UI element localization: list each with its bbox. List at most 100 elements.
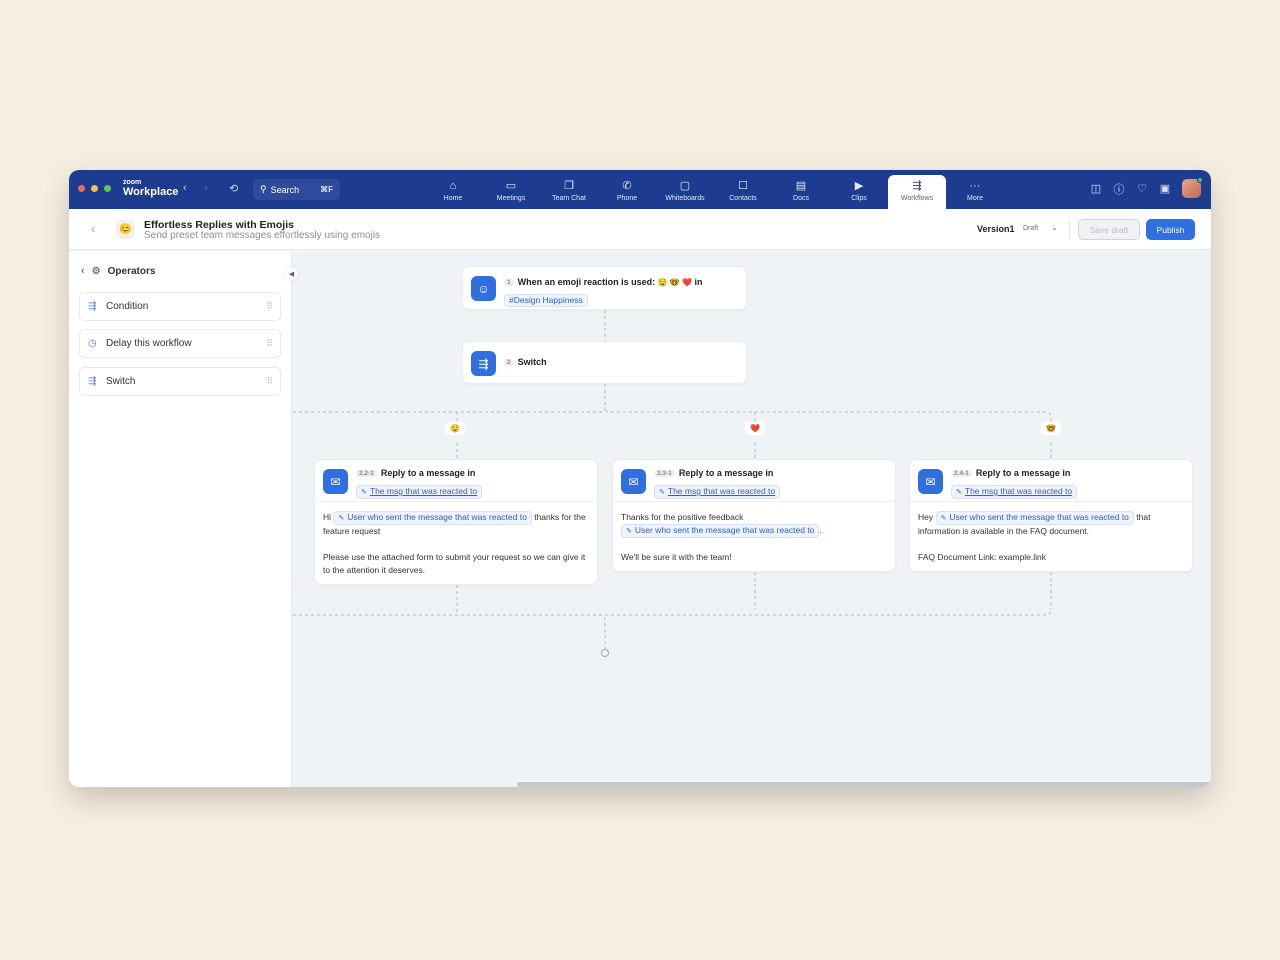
operator-label: Switch bbox=[106, 376, 136, 387]
target-chip[interactable]: ✎ The msg that was reacted to bbox=[356, 485, 483, 499]
branch-emoji-drooling[interactable]: 🤤 bbox=[445, 422, 465, 435]
bell-icon[interactable]: ♡ bbox=[1136, 182, 1148, 195]
top-right-actions: ◫ ⓘ ♡ ▣ bbox=[1090, 177, 1203, 198]
branch-emoji-heart[interactable]: ❤️ bbox=[745, 422, 765, 435]
reply-title-text: Reply to a message in bbox=[975, 468, 1071, 478]
nav-tab-label: Contacts bbox=[729, 195, 757, 202]
channel-chip[interactable]: #Design Happiness bbox=[504, 294, 588, 307]
user-chip[interactable]: ✎ User who sent the message that was reac… bbox=[621, 524, 820, 538]
operator-condition[interactable]: ⇶ Condition ⠿ bbox=[79, 292, 281, 321]
operator-delay[interactable]: ◷ Delay this workflow ⠿ bbox=[79, 329, 281, 358]
reply-message: Thanks for the positive feedback ✎ User w… bbox=[621, 511, 887, 564]
nav-tab-contacts[interactable]: ☐ Contacts bbox=[714, 175, 772, 209]
step-number: 2.2-1 bbox=[356, 470, 377, 477]
reply-message: Hey ✎ User who sent the message that was … bbox=[918, 511, 1184, 564]
help-icon[interactable]: ⓘ bbox=[1113, 181, 1125, 197]
sidebar-header: ‹ ⚙ Operators bbox=[81, 265, 155, 277]
drag-handle-icon[interactable]: ⠿ bbox=[266, 301, 272, 312]
smiley-icon: ☺ bbox=[471, 276, 496, 301]
close-window-button[interactable] bbox=[78, 185, 85, 192]
reply-node[interactable]: ✉ 2.2-1 Reply to a message in ✎ The msg th… bbox=[314, 459, 598, 585]
message-text: Hi bbox=[323, 512, 332, 522]
switch-title: 2 Switch bbox=[504, 357, 547, 367]
drag-handle-icon[interactable]: ⠿ bbox=[266, 376, 272, 387]
window-icon[interactable]: ▣ bbox=[1159, 182, 1171, 195]
zoom-logo: zoom Workplace bbox=[123, 179, 178, 198]
nav-tab-more[interactable]: ··· More bbox=[946, 175, 1004, 209]
main-nav: ⌂ Home ▭ Meetings ❐ Team Chat ✆ Phone ▢ White… bbox=[424, 175, 1004, 209]
nav-tab-label: Phone bbox=[616, 195, 638, 202]
save-draft-button[interactable]: Save draft bbox=[1078, 219, 1140, 240]
reply-node[interactable]: ✉ 2.3-1 Reply to a message in ✎ The msg th… bbox=[612, 459, 896, 572]
trigger-title: 1 When an emoji reaction is used: 🤤 🤓 ❤️ … bbox=[504, 277, 703, 287]
message-text: . bbox=[819, 525, 822, 535]
pencil-icon: ✎ bbox=[956, 489, 962, 496]
lock-icon[interactable]: ◫ bbox=[1090, 182, 1102, 195]
workflow-header: ‹ 😊 Effortless Replies with Emojis Send … bbox=[69, 209, 1211, 250]
reply-node[interactable]: ✉ 2.4-1 Reply to a message in ✎ The msg th… bbox=[909, 459, 1193, 572]
trigger-emojis: 🤤 🤓 ❤️ bbox=[657, 278, 692, 287]
clips-icon: ▶ bbox=[854, 180, 864, 192]
video-camera-icon: ▭ bbox=[505, 180, 517, 192]
clock-icon: ◷ bbox=[88, 338, 97, 349]
nav-tab-workflows[interactable]: ⇶ Workflows bbox=[888, 175, 946, 209]
divider bbox=[315, 501, 597, 502]
workflow-emoji-icon: 😊 bbox=[116, 220, 135, 239]
channel-row: #Design Happiness bbox=[504, 290, 588, 308]
nav-tab-phone[interactable]: ✆ Phone bbox=[598, 175, 656, 209]
switch-node[interactable]: ⇶ 2 Switch bbox=[462, 341, 747, 384]
branch-emoji-nerd[interactable]: 🤓 bbox=[1041, 422, 1061, 435]
divider bbox=[1069, 221, 1070, 239]
horizontal-scrollbar[interactable] bbox=[517, 782, 1211, 787]
step-number: 2 bbox=[504, 359, 514, 366]
end-node[interactable] bbox=[601, 649, 609, 657]
back-arrow-icon[interactable]: ‹ bbox=[183, 182, 187, 194]
connector-line bbox=[293, 406, 1052, 429]
target-row: ✎ The msg that was reacted to bbox=[654, 481, 781, 499]
nav-tab-whiteboards[interactable]: ▢ Whiteboards bbox=[656, 175, 714, 209]
status-badge: Draft bbox=[1023, 225, 1039, 232]
nav-tab-team-chat[interactable]: ❐ Team Chat bbox=[540, 175, 598, 209]
connector-line bbox=[293, 608, 1052, 616]
phone-icon: ✆ bbox=[622, 180, 632, 192]
user-chip-text: User who sent the message that was react… bbox=[949, 512, 1129, 522]
target-text: The msg that was reacted to bbox=[667, 486, 776, 496]
app-window: zoom Workplace ‹ › ⟲ ⚲ Search ⌘F ⌂ Home ▭… bbox=[69, 170, 1211, 787]
chat-bubble-icon: ✉ bbox=[621, 469, 646, 494]
trigger-node[interactable]: ☺ 1 When an emoji reaction is used: 🤤 🤓 ❤… bbox=[462, 266, 747, 310]
minimize-window-button[interactable] bbox=[91, 185, 98, 192]
nav-tab-meetings[interactable]: ▭ Meetings bbox=[482, 175, 540, 209]
nav-tab-home[interactable]: ⌂ Home bbox=[424, 175, 482, 209]
message-paragraph: We'll be sure it with the team! bbox=[621, 552, 732, 562]
chevron-left-icon[interactable]: ‹ bbox=[81, 265, 85, 277]
workflow-canvas[interactable]: ☺ 1 When an emoji reaction is used: 🤤 🤓 ❤… bbox=[293, 251, 1211, 787]
divider bbox=[613, 501, 895, 502]
history-icon[interactable]: ⟲ bbox=[229, 182, 241, 195]
workflow-subtitle: Send preset team messages effortlessly u… bbox=[144, 230, 381, 241]
top-bar: zoom Workplace ‹ › ⟲ ⚲ Search ⌘F ⌂ Home ▭… bbox=[69, 170, 1211, 209]
forward-arrow-icon[interactable]: › bbox=[204, 182, 208, 194]
target-chip[interactable]: ✎ The msg that was reacted to bbox=[654, 485, 781, 499]
nav-tab-label: Whiteboards bbox=[665, 195, 705, 202]
nav-tab-clips[interactable]: ▶ Clips bbox=[830, 175, 888, 209]
nav-tab-label: More bbox=[967, 195, 983, 202]
user-chip[interactable]: ✎ User who sent the message that was reac… bbox=[333, 511, 532, 525]
nav-tab-docs[interactable]: ▤ Docs bbox=[772, 175, 830, 209]
search-box[interactable]: ⚲ Search ⌘F bbox=[253, 179, 340, 200]
pencil-icon: ✎ bbox=[659, 489, 665, 496]
maximize-window-button[interactable] bbox=[104, 185, 111, 192]
chevron-down-icon[interactable]: ⌄ bbox=[1051, 223, 1058, 232]
nav-tab-label: Home bbox=[443, 195, 463, 202]
step-number: 2.3-1 bbox=[654, 470, 675, 477]
avatar[interactable] bbox=[1182, 177, 1203, 198]
pencil-icon: ✎ bbox=[361, 489, 367, 496]
target-chip[interactable]: ✎ The msg that was reacted to bbox=[951, 485, 1078, 499]
user-chip[interactable]: ✎ User who sent the message that was reac… bbox=[935, 511, 1134, 525]
more-icon: ··· bbox=[969, 180, 981, 192]
drag-handle-icon[interactable]: ⠿ bbox=[266, 338, 272, 349]
search-label: Search bbox=[270, 184, 300, 195]
back-icon[interactable]: ‹ bbox=[91, 221, 95, 236]
version-label: Version1 bbox=[977, 224, 1015, 234]
publish-button[interactable]: Publish bbox=[1146, 219, 1195, 240]
operator-switch[interactable]: ⇶ Switch ⠿ bbox=[79, 367, 281, 396]
